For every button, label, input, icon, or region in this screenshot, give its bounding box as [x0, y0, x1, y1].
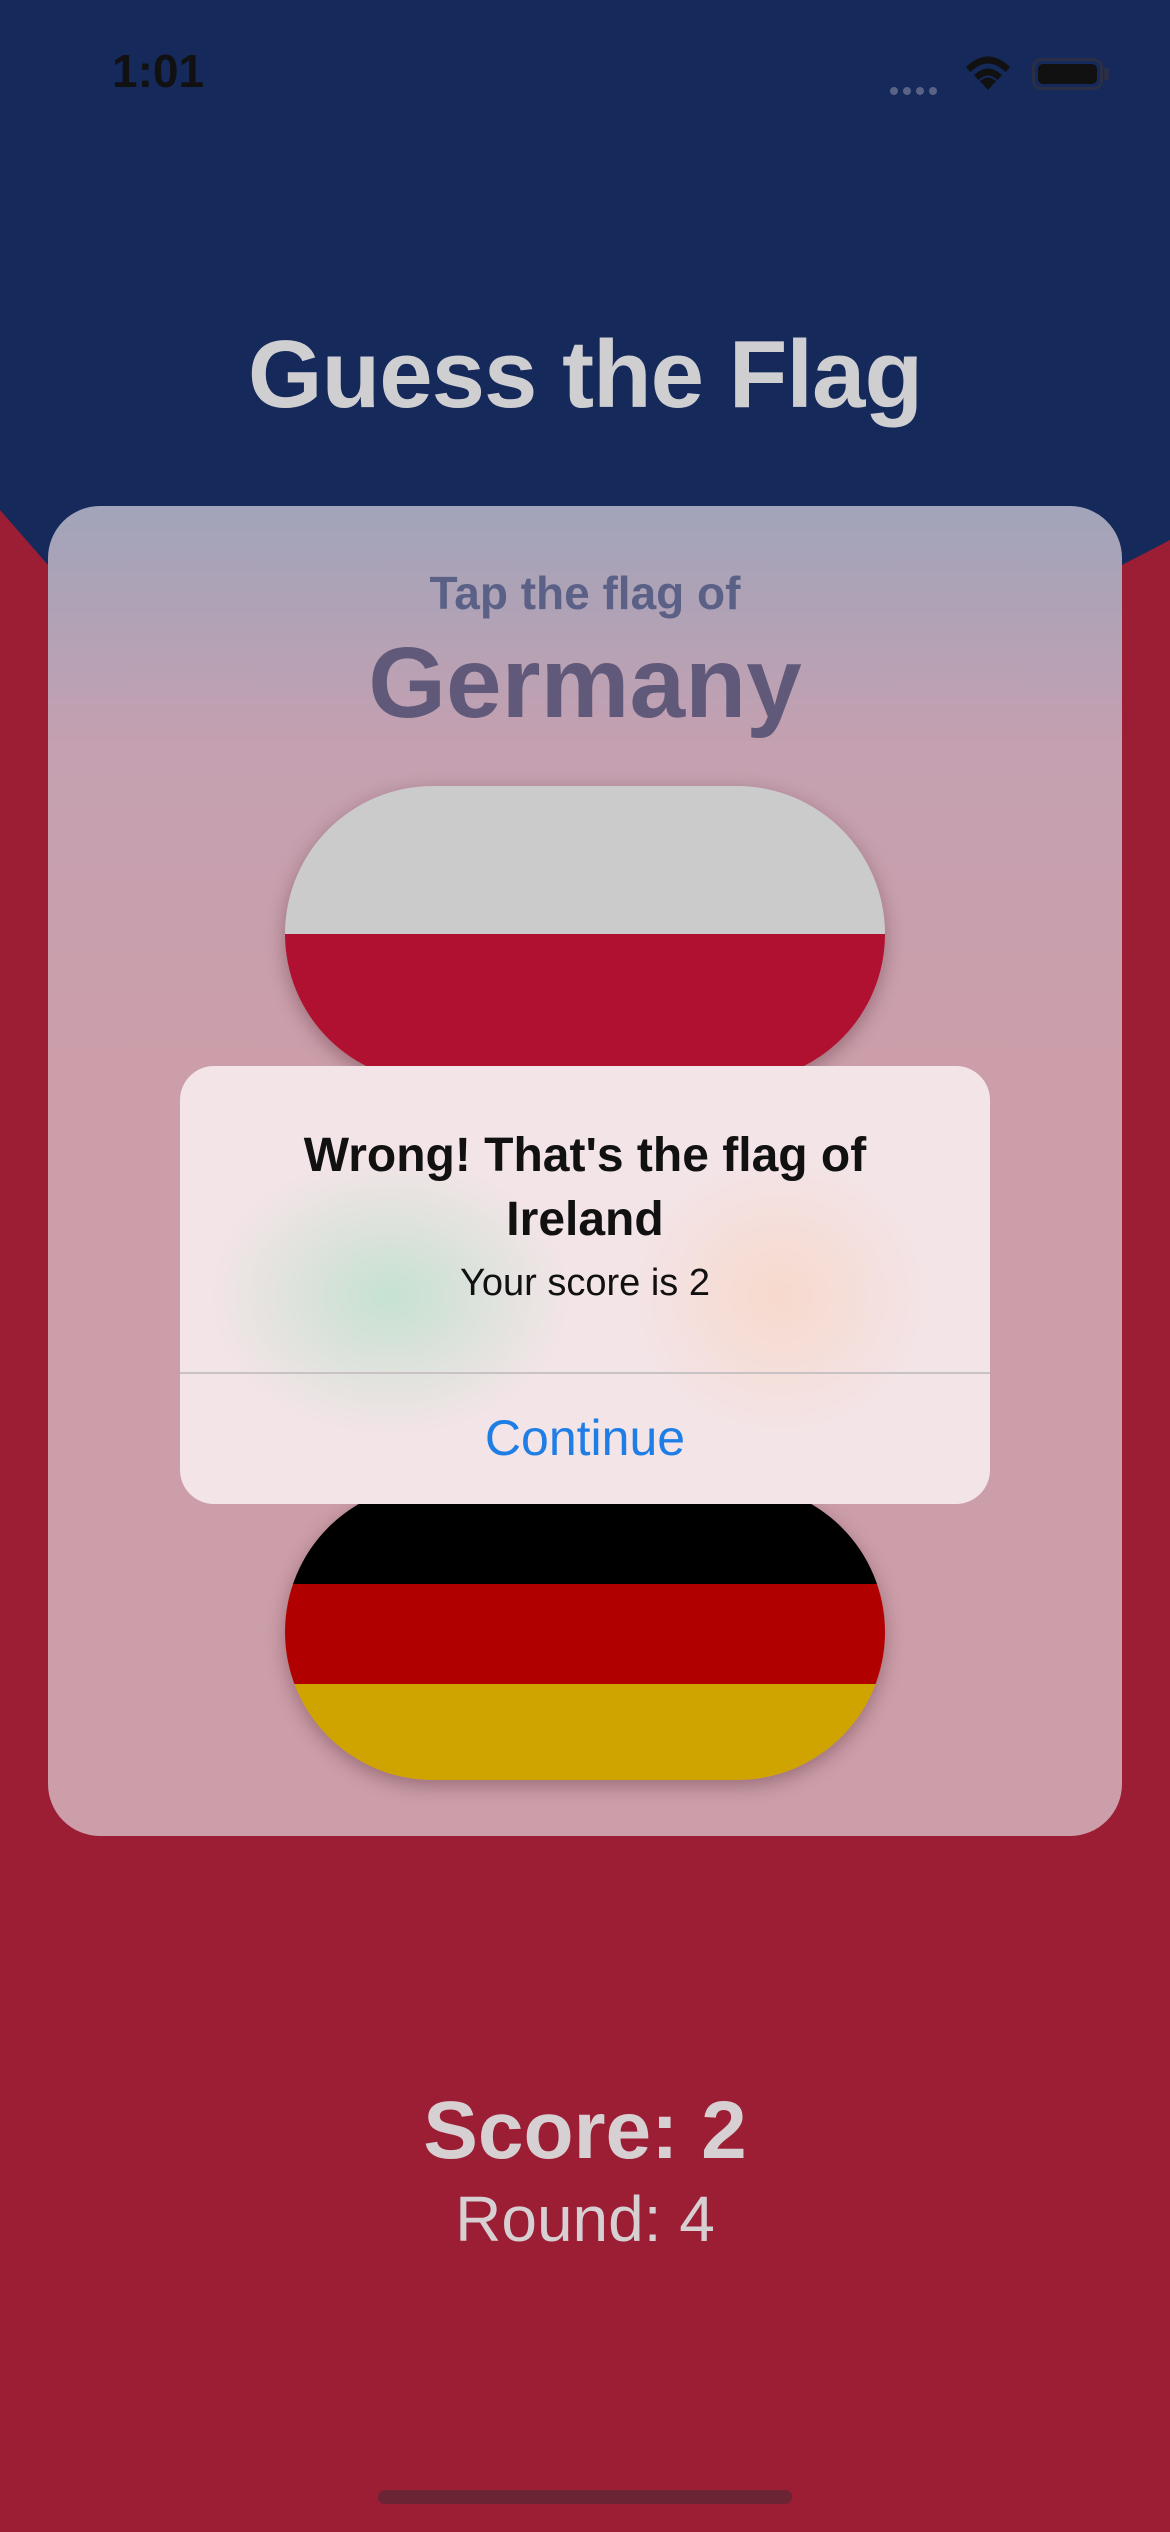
status-time: 1:01 — [112, 45, 205, 97]
app-title: Guess the Flag — [247, 321, 923, 428]
flag-stripe-white — [285, 786, 885, 934]
round-label: Round: 4 — [455, 2183, 715, 2255]
flag-stripe-gold — [285, 1684, 885, 1780]
result-alert: Wrong! That's the flag of Ireland Your s… — [180, 1066, 990, 1504]
flag-button-germany[interactable] — [285, 1484, 885, 1780]
continue-button[interactable]: Continue — [180, 1374, 990, 1504]
flag-button-poland[interactable] — [285, 786, 885, 1082]
battery-icon — [1032, 58, 1109, 90]
cellular-signal-icon — [890, 82, 946, 95]
prompt-text: Tap the flag of — [429, 567, 741, 619]
status-indicators — [890, 52, 1110, 96]
home-indicator[interactable] — [378, 2490, 792, 2504]
alert-message: Your score is 2 — [460, 1262, 710, 1304]
target-country: Germany — [368, 627, 802, 739]
flag-stripe-red — [285, 1584, 885, 1684]
wifi-icon — [966, 56, 1010, 90]
flag-stripe-red — [285, 934, 885, 1082]
alert-title: Wrong! That's the flag of Ireland — [303, 1129, 867, 1246]
score-label: Score: 2 — [423, 2085, 747, 2176]
